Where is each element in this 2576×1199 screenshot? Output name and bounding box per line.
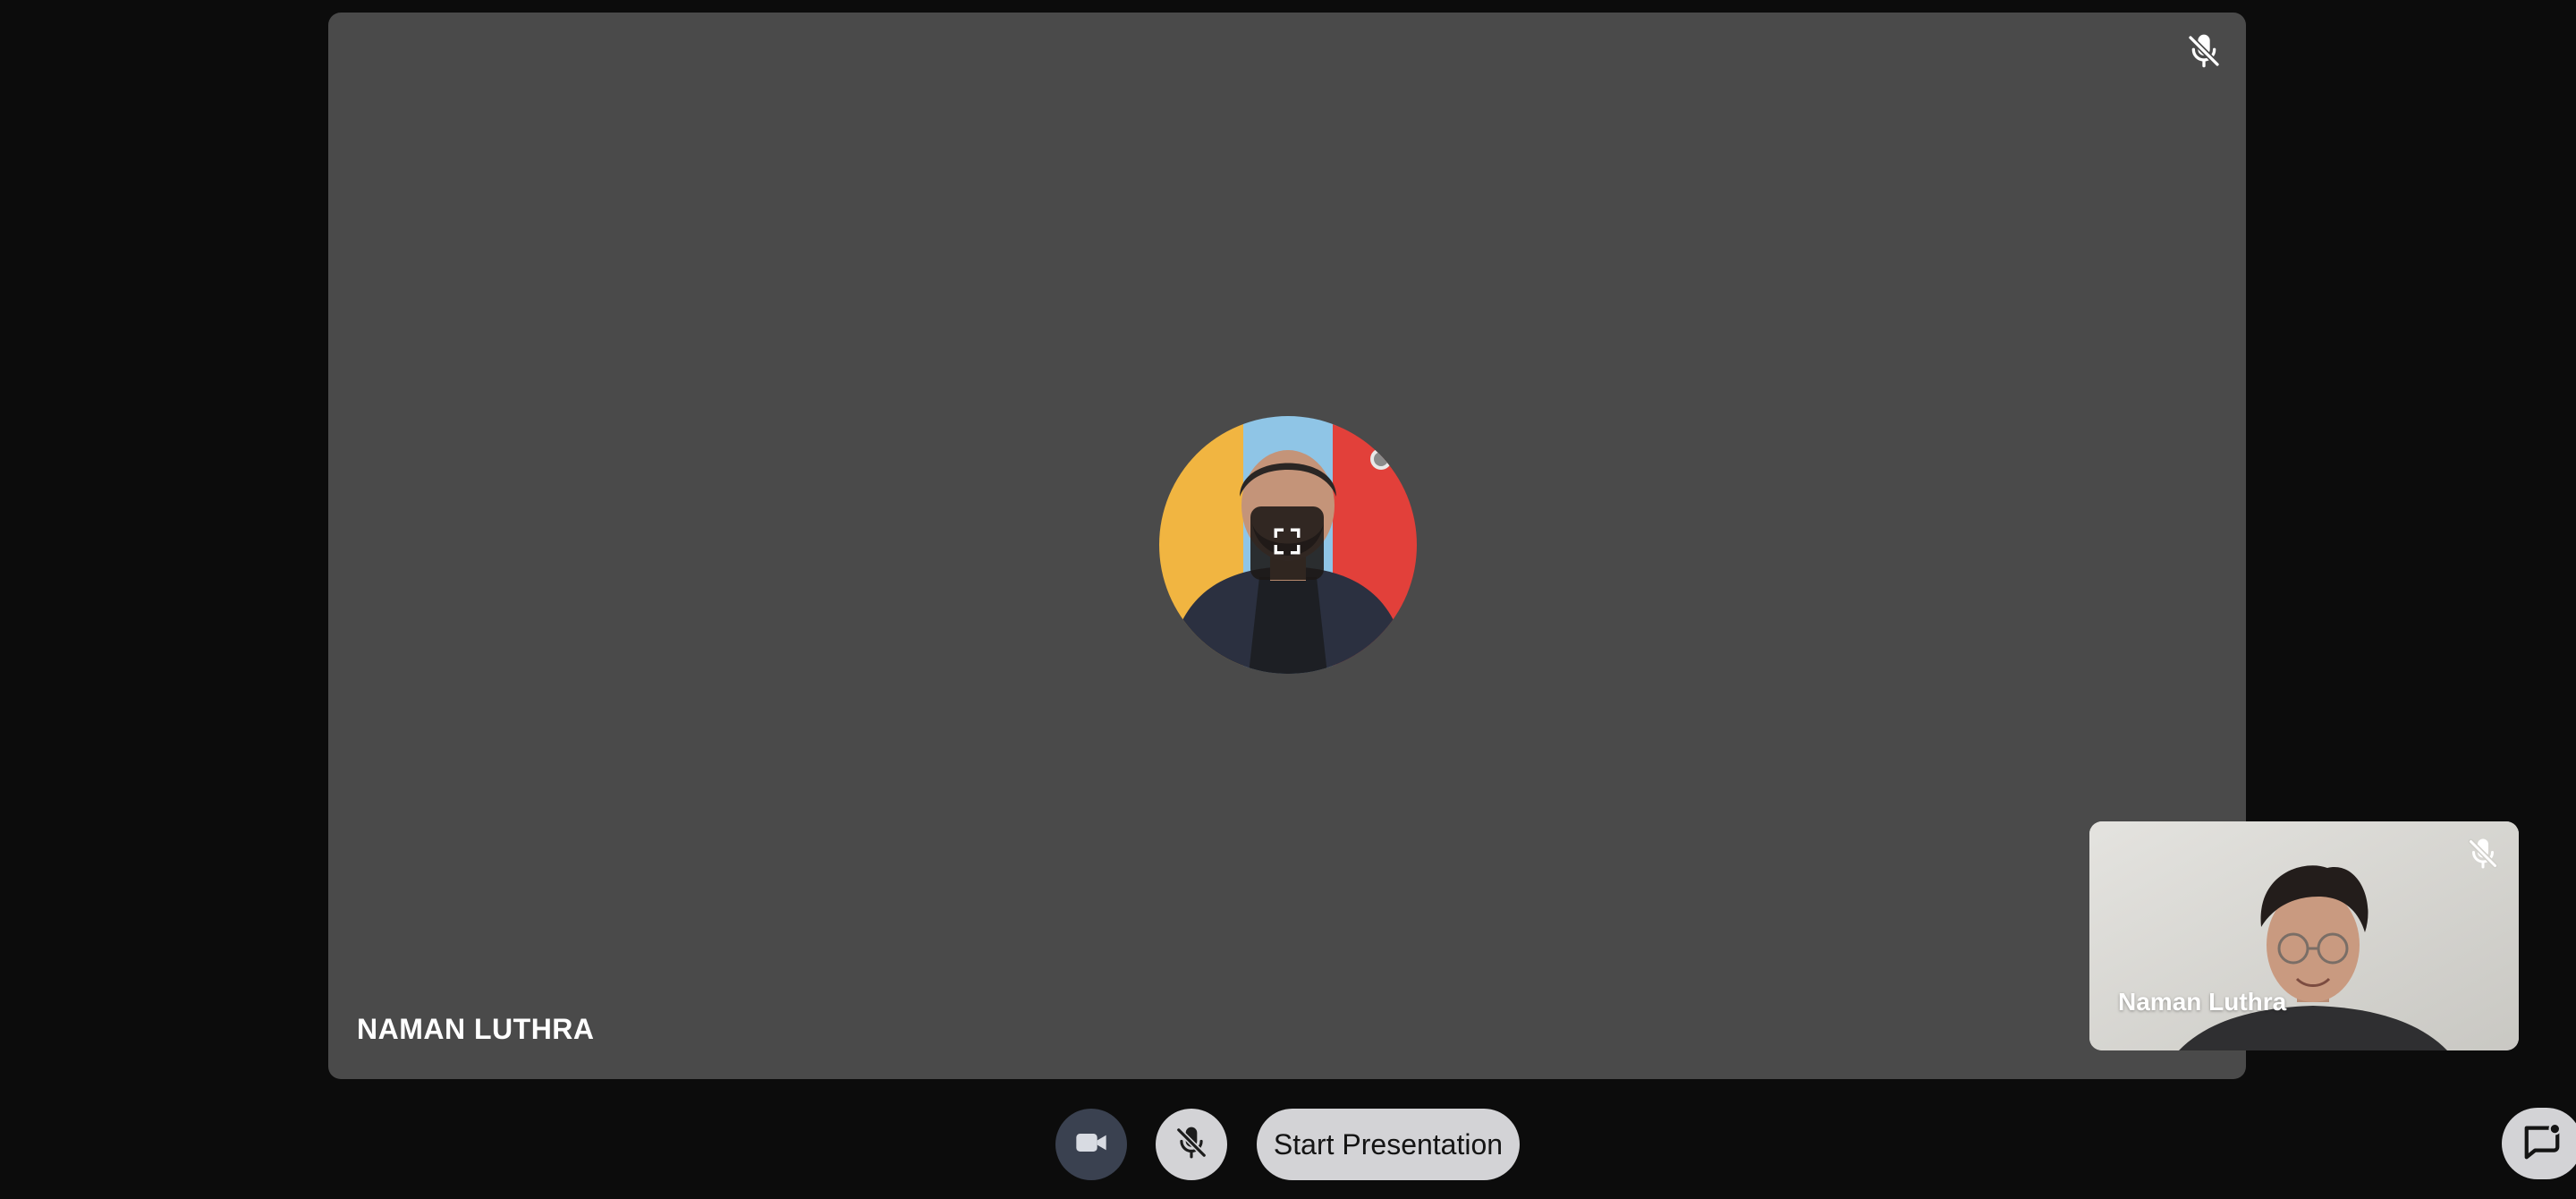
- main-video-tile: NAMAN LUTHRA: [328, 13, 2246, 1079]
- chat-icon: [2521, 1121, 2563, 1167]
- mic-muted-icon: [2463, 834, 2503, 873]
- chat-button[interactable]: [2502, 1108, 2576, 1179]
- fullscreen-button[interactable]: [1250, 506, 1324, 580]
- participant-name-label: NAMAN LUTHRA: [357, 1013, 595, 1045]
- fullscreen-icon: [1272, 526, 1302, 561]
- start-presentation-button[interactable]: Start Presentation: [1257, 1109, 1520, 1180]
- mic-muted-icon: [1174, 1126, 1208, 1164]
- toggle-camera-button[interactable]: [1055, 1109, 1127, 1180]
- video-camera-icon: [1073, 1125, 1109, 1165]
- self-name-label: Naman Luthra: [2118, 988, 2287, 1016]
- mic-muted-icon: [2180, 27, 2228, 75]
- self-video-tile[interactable]: Naman Luthra: [2089, 821, 2519, 1050]
- toggle-mic-button[interactable]: [1156, 1109, 1227, 1180]
